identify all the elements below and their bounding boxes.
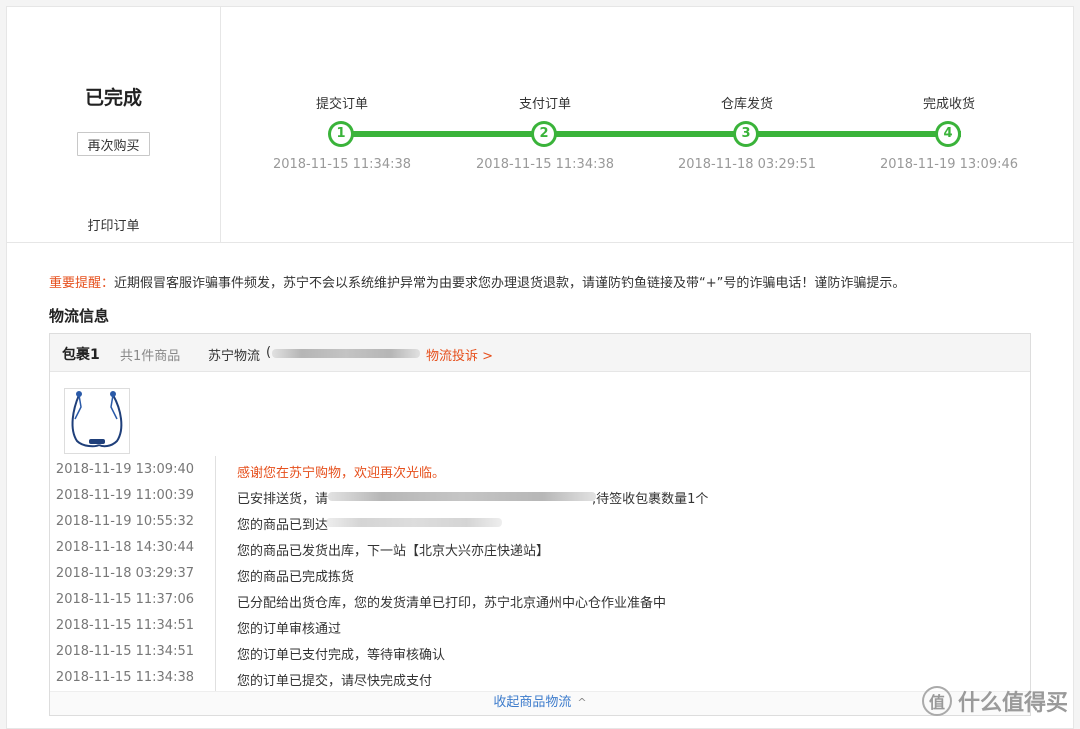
event-time: 2018-11-19 11:00:39 bbox=[55, 488, 194, 503]
order-detail-page: 已完成 再次购买 打印订单 提交订单 1 2018-11-15 11:34:38… bbox=[6, 6, 1074, 729]
step-label: 提交订单 bbox=[315, 97, 368, 112]
package-header: 包裹1 共1件商品 苏宁物流 ( 物流投诉 > bbox=[50, 334, 1030, 372]
logistics-event: 2018-11-15 11:34:51 您的订单审核通过 bbox=[50, 612, 1030, 638]
step-number: 3 bbox=[741, 126, 751, 141]
earphones-product-image bbox=[71, 391, 123, 448]
event-text: 已分配给出货仓库，您的发货清单已打印，苏宁北京通州中心仓作业准备中 bbox=[237, 596, 667, 611]
carrier-name: 苏宁物流 bbox=[208, 349, 261, 364]
logistics-event: 2018-11-19 11:00:39 已安排送货，请 ,待签收包裹数量1个 bbox=[50, 482, 1030, 508]
logistics-event: 2018-11-19 13:09:40 感谢您在苏宁购物，欢迎再次光临。 bbox=[50, 456, 1030, 482]
collapse-logistics-button[interactable]: 收起商品物流 ^ bbox=[50, 691, 1030, 715]
logistics-event: 2018-11-15 11:34:51 您的订单已支付完成，等待审核确认 bbox=[50, 638, 1030, 664]
event-time: 2018-11-15 11:34:51 bbox=[55, 644, 194, 659]
event-text: 您的商品已到达 bbox=[237, 518, 329, 533]
step-number: 2 bbox=[539, 126, 549, 141]
step-label: 仓库发货 bbox=[720, 97, 773, 112]
step-time: 2018-11-15 11:34:38 bbox=[475, 157, 615, 172]
tracking-paren: ( bbox=[266, 345, 272, 360]
step-number: 1 bbox=[336, 126, 346, 141]
step-time: 2018-11-18 03:29:51 bbox=[677, 157, 817, 172]
event-time: 2018-11-19 10:55:32 bbox=[55, 514, 194, 529]
event-text-prefix: 已安排送货，请 bbox=[237, 492, 329, 507]
package-name[interactable]: 包裹1 bbox=[62, 344, 100, 364]
print-order-link[interactable]: 打印订单 bbox=[7, 215, 220, 234]
collapse-label: 收起商品物流 bbox=[493, 695, 572, 710]
logistics-event: 2018-11-15 11:37:06 已分配给出货仓库，您的发货清单已打印，苏… bbox=[50, 586, 1030, 612]
logistics-complaint-link[interactable]: 物流投诉 > bbox=[426, 345, 493, 364]
package-panel: 包裹1 共1件商品 苏宁物流 ( 物流投诉 > 2018-11-19 13:09… bbox=[49, 333, 1031, 716]
logistics-event: 2018-11-15 11:34:38 您的订单已提交，请尽快完成支付 bbox=[50, 664, 1030, 690]
logistics-event: 2018-11-19 10:55:32 您的商品已到达 bbox=[50, 508, 1030, 534]
event-time: 2018-11-15 11:37:06 bbox=[55, 592, 194, 607]
redacted-location bbox=[326, 518, 502, 527]
event-text: 您的商品已发货出库，下一站【北京大兴亦庄快递站】 bbox=[237, 544, 550, 559]
event-text: 感谢您在苏宁购物，欢迎再次光临。 bbox=[237, 466, 446, 481]
notice-text: 近期假冒客服诈骗事件频发，苏宁不会以系统维护异常为由要求您办理退货退款，请谨防钓… bbox=[114, 276, 906, 291]
order-progress-tracker: 提交订单 1 2018-11-15 11:34:38 支付订单 2 2018-1… bbox=[221, 7, 1073, 243]
event-text: 您的订单已支付完成，等待审核确认 bbox=[237, 648, 446, 663]
event-time: 2018-11-15 11:34:38 bbox=[55, 670, 194, 685]
rebuy-button[interactable]: 再次购买 bbox=[77, 132, 150, 156]
event-text: 您的订单已提交，请尽快完成支付 bbox=[237, 674, 433, 689]
product-thumbnail[interactable] bbox=[64, 388, 130, 454]
progress-track bbox=[341, 131, 961, 137]
chevron-up-icon: ^ bbox=[577, 696, 587, 709]
event-text-suffix: ,待签收包裹数量1个 bbox=[592, 492, 709, 507]
logistics-event: 2018-11-18 03:29:37 您的商品已完成拣货 bbox=[50, 560, 1030, 586]
event-time: 2018-11-19 13:09:40 bbox=[55, 462, 194, 477]
event-time: 2018-11-18 03:29:37 bbox=[55, 566, 194, 581]
site-watermark: 值 什么值得买 bbox=[921, 685, 1068, 717]
redacted-courier-info bbox=[328, 492, 596, 501]
watermark-text: 什么值得买 bbox=[957, 691, 1068, 716]
order-status-panel: 已完成 再次购买 打印订单 bbox=[7, 7, 221, 243]
step-label: 支付订单 bbox=[518, 97, 571, 112]
watermark-logo-icon: 值 bbox=[921, 686, 952, 716]
logistics-event: 2018-11-18 14:30:44 您的商品已发货出库，下一站【北京大兴亦庄… bbox=[50, 534, 1030, 560]
step-number: 4 bbox=[943, 126, 953, 141]
event-time: 2018-11-15 11:34:51 bbox=[55, 618, 194, 633]
complaint-label: 物流投诉 bbox=[426, 349, 479, 364]
order-status-title: 已完成 bbox=[84, 87, 142, 109]
event-text: 您的订单审核通过 bbox=[237, 622, 342, 637]
event-text: 您的商品已完成拣货 bbox=[237, 570, 355, 585]
logistics-section-title: 物流信息 bbox=[49, 307, 110, 325]
step-time: 2018-11-15 11:34:38 bbox=[272, 157, 412, 172]
notice-label: 重要提醒： bbox=[49, 276, 115, 291]
fraud-warning-notice: 重要提醒：近期假冒客服诈骗事件频发，苏宁不会以系统维护异常为由要求您办理退货退款… bbox=[49, 272, 905, 291]
step-time: 2018-11-19 13:09:46 bbox=[879, 157, 1019, 172]
event-time: 2018-11-18 14:30:44 bbox=[55, 540, 194, 555]
redacted-tracking-number bbox=[272, 349, 420, 358]
chevron-right-icon: > bbox=[482, 349, 494, 364]
package-item-count: 共1件商品 bbox=[120, 349, 181, 364]
step-label: 完成收货 bbox=[922, 97, 975, 112]
